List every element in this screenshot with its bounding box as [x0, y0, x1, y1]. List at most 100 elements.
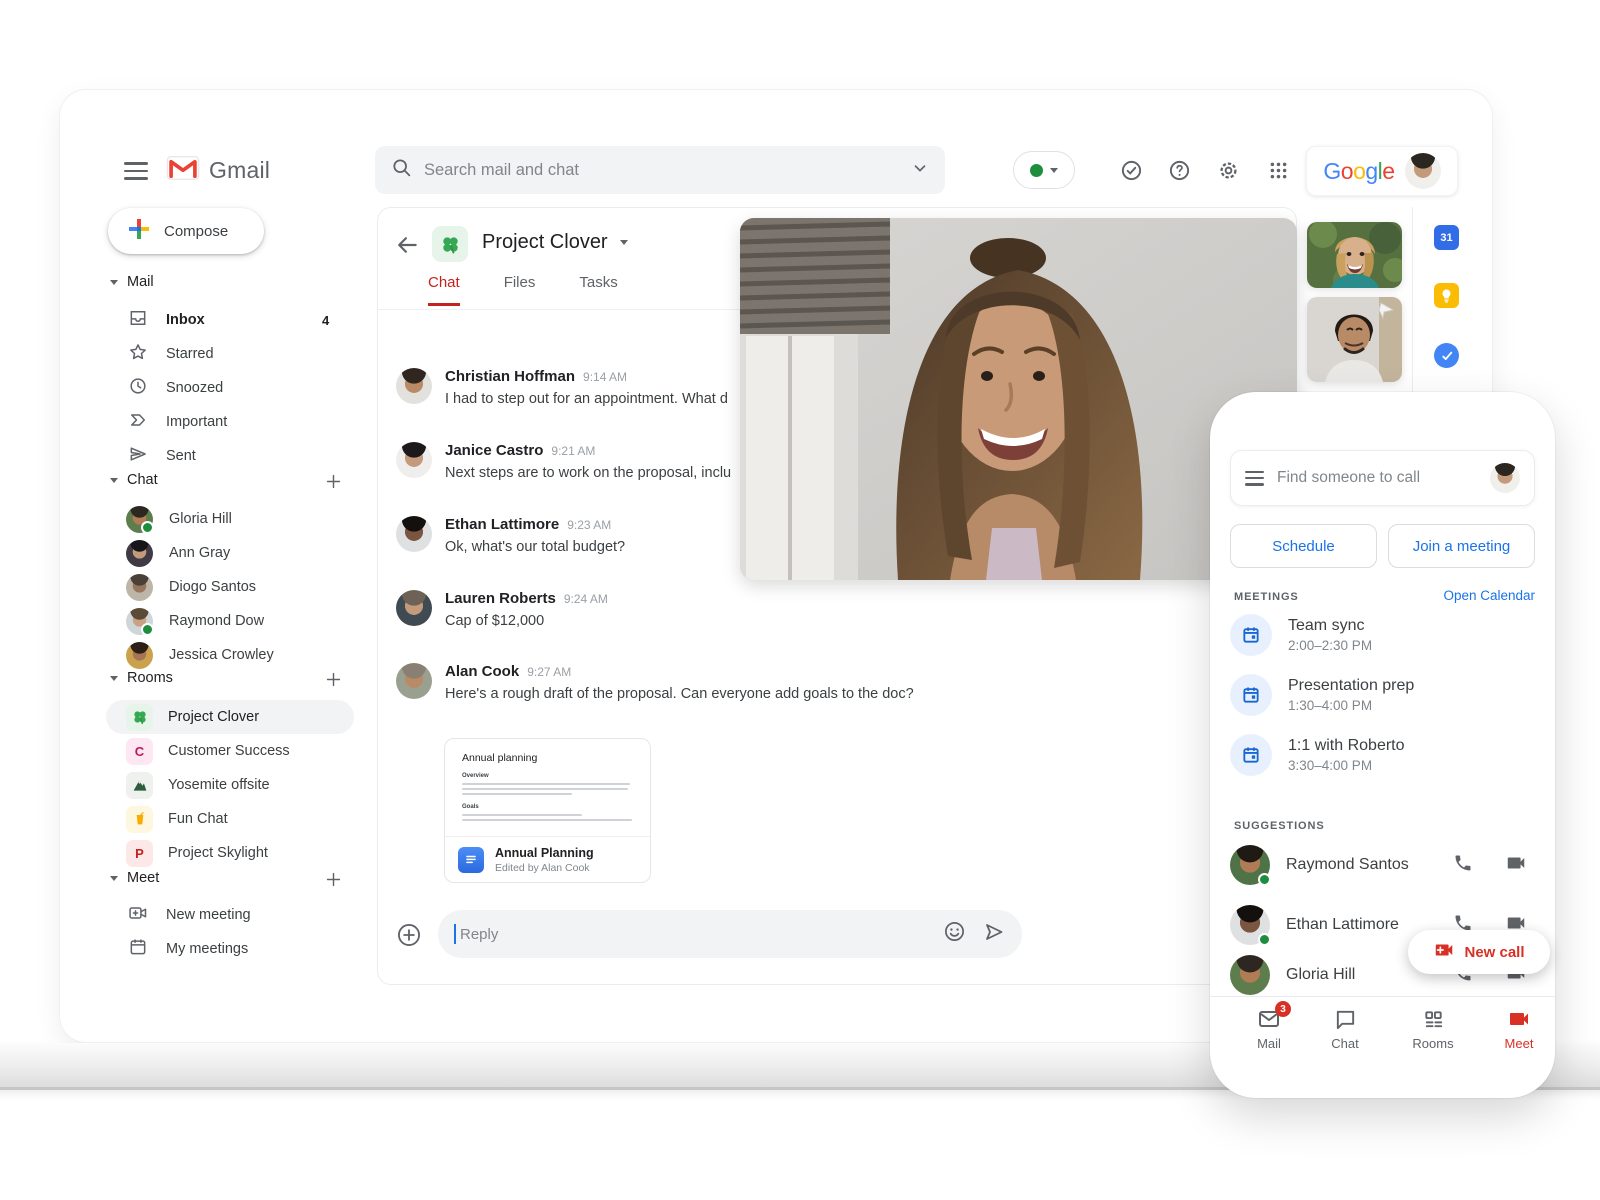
active-status-dot: [1030, 164, 1043, 177]
avatar: [396, 516, 432, 552]
section-rooms[interactable]: Rooms: [100, 664, 360, 692]
meetings-section-label: MEETINGS: [1234, 591, 1299, 603]
avatar: [126, 608, 153, 635]
send-message-icon[interactable]: [982, 920, 1006, 949]
tab-files[interactable]: Files: [504, 274, 536, 306]
phone-call-icon[interactable]: [1453, 853, 1473, 878]
back-arrow-icon[interactable]: [394, 232, 420, 258]
chat-message: Christian Hoffman9:14 AM I had to step o…: [396, 368, 728, 407]
phone-search-bar[interactable]: [1230, 450, 1535, 506]
clover-icon: [126, 704, 153, 731]
compose-button[interactable]: Compose: [108, 208, 264, 254]
account-avatar[interactable]: [1490, 463, 1520, 493]
calendar-icon: [1230, 674, 1272, 716]
sidebar-item-new-meeting[interactable]: New meeting: [100, 898, 358, 932]
calendar-icon: [128, 937, 148, 961]
chat-contact-gloria-hill[interactable]: Gloria Hill: [100, 502, 358, 536]
inbox-icon: [128, 308, 148, 332]
video-call-participant-thumbnail[interactable]: [1307, 222, 1402, 288]
chat-message: Alan Cook9:27 AM Here's a rough draft of…: [396, 663, 914, 702]
video-call-icon[interactable]: [1505, 852, 1527, 879]
join-meeting-button[interactable]: Join a meeting: [1388, 524, 1535, 568]
doc-preview: Annual planning Overview Goals: [445, 739, 650, 821]
chat-message: Ethan Lattimore9:23 AM Ok, what's our to…: [396, 516, 625, 555]
sidebar-item-snoozed[interactable]: Snoozed: [100, 371, 358, 405]
avatar: [126, 506, 153, 533]
inbox-unread-count: 4: [322, 313, 329, 328]
nav-tab-chat[interactable]: Chat: [1309, 1008, 1381, 1051]
account-avatar[interactable]: [1405, 153, 1441, 189]
collapse-caret-icon: [110, 876, 118, 881]
new-chat-plus-icon[interactable]: [322, 470, 344, 492]
doc-attachment-card[interactable]: Annual planning Overview Goals Annual Pl…: [444, 738, 651, 883]
new-call-button[interactable]: New call: [1408, 930, 1550, 974]
collapse-caret-icon: [110, 676, 118, 681]
tab-tasks[interactable]: Tasks: [579, 274, 617, 306]
suggestion-row-raymond-santos[interactable]: Raymond Santos: [1230, 842, 1535, 888]
sidebar-item-my-meetings[interactable]: My meetings: [100, 932, 358, 966]
tab-chat[interactable]: Chat: [428, 274, 460, 306]
gmail-logo: Gmail: [166, 155, 270, 186]
send-icon: [128, 444, 148, 468]
emoji-icon[interactable]: [943, 920, 966, 948]
reply-input[interactable]: [460, 926, 941, 943]
keep-app-icon[interactable]: [1434, 283, 1459, 308]
nav-tab-mail[interactable]: 3 Mail: [1233, 1008, 1305, 1051]
sidebar-item-inbox[interactable]: Inbox 4: [100, 303, 358, 337]
search-icon: [391, 157, 412, 183]
schedule-button[interactable]: Schedule: [1230, 524, 1377, 568]
google-docs-icon: [458, 847, 484, 873]
section-mail[interactable]: Mail: [100, 268, 360, 296]
chat-contact-raymond-dow[interactable]: Raymond Dow: [100, 604, 358, 638]
search-options-chevron-icon[interactable]: [911, 159, 929, 182]
new-meet-plus-icon[interactable]: [322, 868, 344, 890]
meeting-row[interactable]: Presentation prep1:30–4:00 PM: [1230, 674, 1530, 716]
calendar-app-icon[interactable]: 31: [1434, 225, 1459, 250]
new-room-plus-icon[interactable]: [322, 668, 344, 690]
attach-plus-icon[interactable]: [396, 922, 422, 948]
help-button[interactable]: [1159, 150, 1199, 190]
gmail-wordmark: Gmail: [209, 157, 270, 184]
reply-input-bar[interactable]: [438, 910, 1022, 958]
nav-tab-rooms[interactable]: Rooms: [1397, 1008, 1469, 1051]
compose-label: Compose: [164, 223, 228, 240]
google-wordmark: Google: [1323, 158, 1394, 185]
sidebar-item-important[interactable]: Important: [100, 405, 358, 439]
room-tabs: Chat Files Tasks: [428, 274, 618, 306]
calendar-icon: [1230, 614, 1272, 656]
google-account-chip[interactable]: Google: [1306, 146, 1458, 196]
sidebar-item-starred[interactable]: Starred: [100, 337, 358, 371]
room-title[interactable]: Project Clover: [482, 231, 628, 254]
clover-icon: [432, 226, 468, 262]
meeting-row[interactable]: 1:1 with Roberto3:30–4:00 PM: [1230, 734, 1530, 776]
tasks-done-button[interactable]: [1111, 150, 1151, 190]
open-calendar-link[interactable]: Open Calendar: [1443, 588, 1535, 603]
main-menu-icon[interactable]: [124, 162, 148, 180]
search-input[interactable]: [424, 161, 899, 180]
settings-gear-icon[interactable]: [1208, 150, 1248, 190]
collapse-caret-icon: [110, 280, 118, 285]
section-meet[interactable]: Meet: [100, 864, 360, 892]
menu-icon[interactable]: [1245, 471, 1264, 486]
room-initial-chip: P: [126, 840, 153, 867]
apps-grid-icon[interactable]: [1258, 150, 1298, 190]
room-yosemite-offsite[interactable]: Yosemite offsite: [106, 768, 354, 802]
gmail-m-icon: [166, 155, 200, 186]
nav-tab-meet[interactable]: Meet: [1483, 1008, 1555, 1051]
find-someone-input[interactable]: [1277, 469, 1477, 487]
video-call-participant-thumbnail[interactable]: [1307, 297, 1402, 382]
phone-bottom-nav: 3 Mail Chat Rooms Meet: [1210, 996, 1555, 1098]
room-fun-chat[interactable]: Fun Chat: [106, 802, 354, 836]
section-chat[interactable]: Chat: [100, 466, 360, 494]
room-project-clover[interactable]: Project Clover: [106, 700, 354, 734]
avatar: [126, 540, 153, 567]
availability-status-pill[interactable]: [1013, 151, 1075, 189]
room-customer-success[interactable]: C Customer Success: [106, 734, 354, 768]
chat-contact-ann-gray[interactable]: Ann Gray: [100, 536, 358, 570]
search-bar[interactable]: [375, 146, 945, 194]
chat-contact-diogo-santos[interactable]: Diogo Santos: [100, 570, 358, 604]
rooms-icon: [1420, 1008, 1446, 1030]
tasks-app-icon[interactable]: [1434, 343, 1459, 368]
collapse-caret-icon: [110, 478, 118, 483]
meeting-row[interactable]: Team sync2:00–2:30 PM: [1230, 614, 1530, 656]
